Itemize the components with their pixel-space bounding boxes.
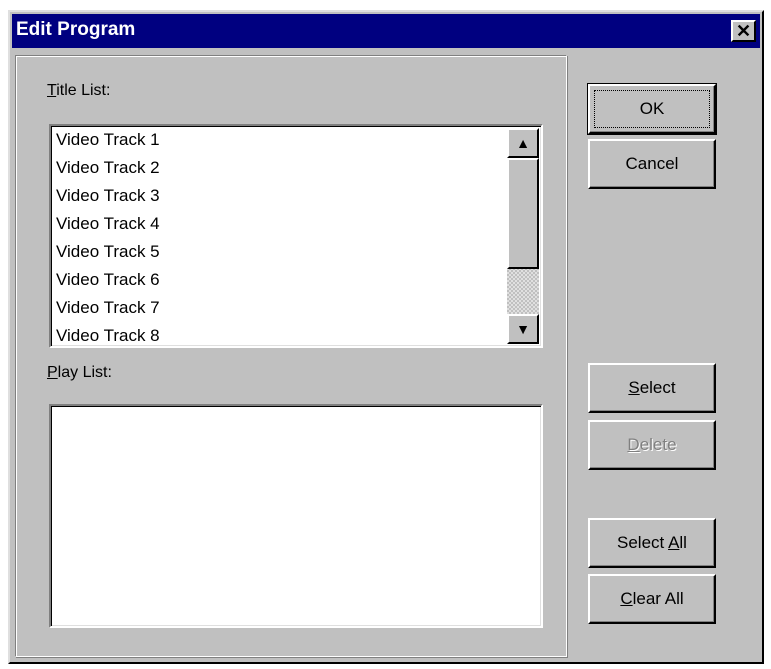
list-item[interactable]: Video Track 6 [51, 266, 541, 294]
cancel-button[interactable]: Cancel [588, 139, 716, 189]
window-title: Edit Program [16, 19, 136, 40]
play-list-label: Play List: [47, 364, 112, 381]
scroll-down-arrow-icon: ▼ [516, 321, 530, 337]
title-list-items: Video Track 1 Video Track 2 Video Track 3V… [51, 126, 541, 346]
list-item[interactable]: Video Track 8 [51, 322, 541, 346]
title-bar[interactable]: Edit Program ✕ [12, 14, 760, 48]
scroll-up-arrow-icon: ▲ [516, 135, 530, 151]
list-item[interactable]: Video Track 4 [51, 210, 541, 238]
select-all-button[interactable]: Select All [588, 518, 716, 568]
focus-rectangle [594, 90, 710, 128]
close-button[interactable]: ✕ [731, 20, 756, 42]
play-list-box[interactable] [49, 404, 543, 628]
list-item[interactable]: Video Track 2 [51, 154, 541, 182]
edit-program-dialog: Edit Program ✕ Title List: Video Track 1… [8, 10, 764, 664]
title-list-box[interactable]: Video Track 1 Video Track 2 Video Track 3V… [49, 124, 543, 348]
title-list-scrollbar[interactable]: ▲ ▼ [507, 128, 539, 344]
list-item[interactable]: Video Track 3 [51, 182, 541, 210]
clear-all-button[interactable]: Clear All [588, 574, 716, 624]
delete-button-label: Delete [627, 435, 677, 454]
select-button-label: Select [628, 378, 676, 397]
delete-button[interactable]: Delete [588, 420, 716, 470]
list-item[interactable]: Video Track 5 [51, 238, 541, 266]
cancel-button-label: Cancel [625, 154, 679, 173]
clear-all-button-label: Clear All [620, 589, 684, 608]
ok-button[interactable]: OK [587, 83, 717, 135]
scroll-up-button[interactable]: ▲ [507, 128, 539, 158]
select-button[interactable]: Select [588, 363, 716, 413]
scroll-down-button[interactable]: ▼ [507, 314, 539, 344]
list-item[interactable]: Video Track 1 [51, 126, 541, 154]
scroll-thumb[interactable] [507, 158, 539, 269]
title-list-label: Title List: [47, 82, 111, 99]
list-item[interactable]: Video Track 7 [51, 294, 541, 322]
close-icon: ✕ [735, 21, 752, 41]
select-all-button-label: Select All [617, 533, 687, 552]
